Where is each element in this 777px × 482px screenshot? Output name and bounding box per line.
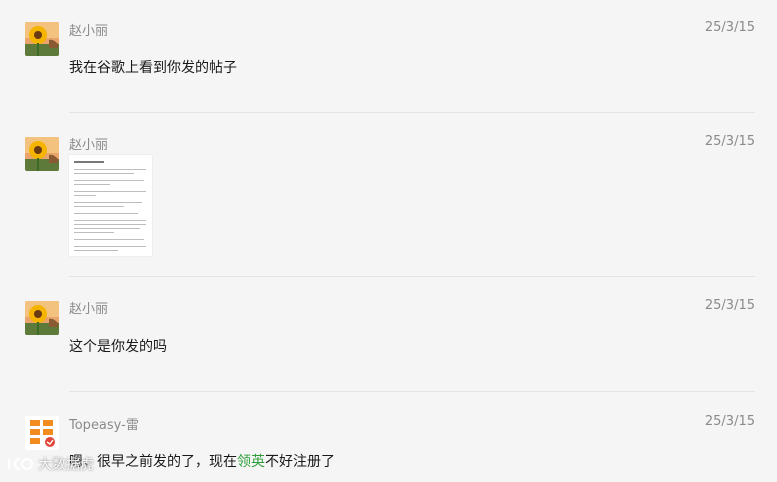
message-text[interactable]: 嗯，很早之前发的了，现在领英不好注册了 <box>69 451 335 471</box>
chat-history-list: 赵小丽 25/3/15 我在谷歌上看到你发的帖子 赵小丽 25/3/15 赵小丽… <box>0 0 777 482</box>
message-text-part: 嗯，很早之前发的了，现在 <box>69 454 237 470</box>
topeasy-logo-icon[interactable] <box>25 416 59 450</box>
watermark-logo-icon <box>8 458 33 470</box>
linkedin-keyword: 领英 <box>237 454 265 470</box>
watermark: 大数据虎 <box>6 454 94 474</box>
message-item: Topeasy-雷 25/3/15 嗯，很早之前发的了，现在领英不好注册了 <box>0 0 777 482</box>
watermark-text: 大数据虎 <box>38 457 94 473</box>
sender-name: Topeasy-雷 <box>69 418 139 433</box>
message-text-part: 不好注册了 <box>265 454 335 470</box>
message-date: 25/3/15 <box>704 414 755 429</box>
